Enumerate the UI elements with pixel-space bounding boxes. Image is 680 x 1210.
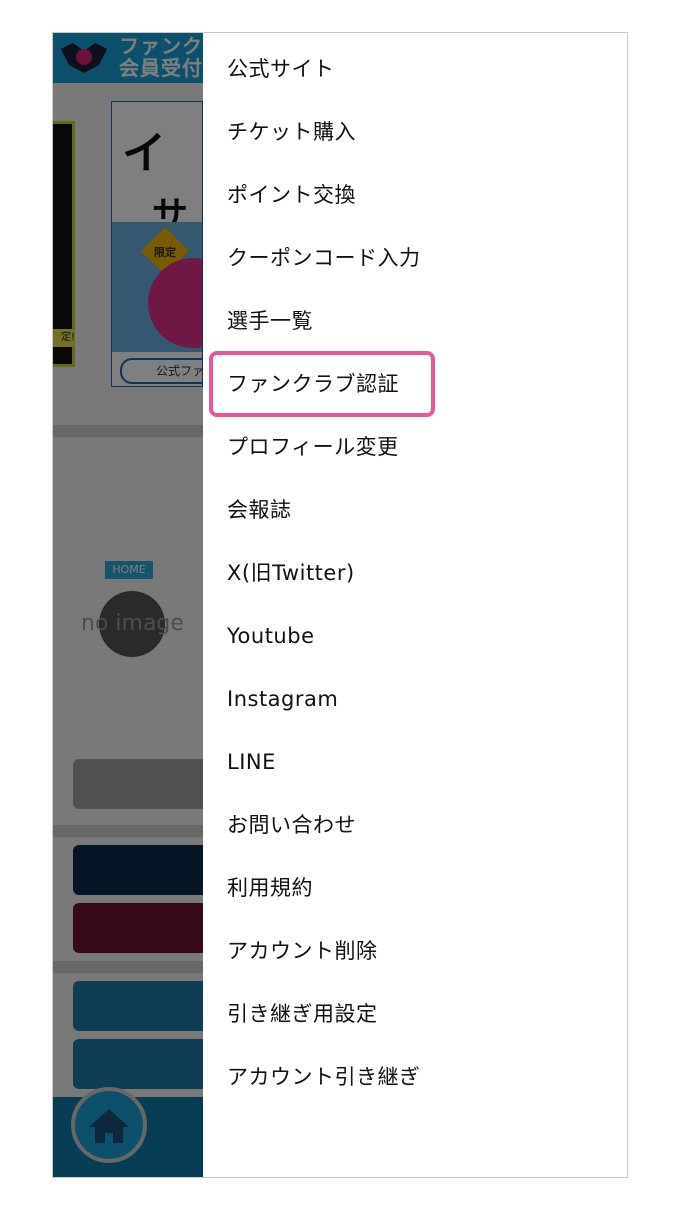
menu-item-bulletin[interactable]: 会報誌 xyxy=(227,490,292,530)
menu-item-youtube[interactable]: Youtube xyxy=(227,616,315,656)
menu-item-ticket-purchase[interactable]: チケット購入 xyxy=(227,112,356,152)
menu-item-contact[interactable]: お問い合わせ xyxy=(227,805,356,845)
menu-item-account-transfer[interactable]: アカウント引き継ぎ xyxy=(227,1057,421,1097)
menu-item-player-list[interactable]: 選手一覧 xyxy=(227,301,313,341)
menu-item-instagram[interactable]: Instagram xyxy=(227,679,338,719)
menu-item-fanclub-auth[interactable]: ファンクラブ認証 xyxy=(227,364,399,404)
background-app: ファンク 会員受付 定! イ サカ 限定 公式ファ HOME no image xyxy=(53,33,203,1177)
menu-item-delete-account[interactable]: アカウント削除 xyxy=(227,931,378,971)
menu-item-profile-change[interactable]: プロフィール変更 xyxy=(227,427,399,467)
menu-item-transfer-setup[interactable]: 引き継ぎ用設定 xyxy=(227,994,378,1034)
menu-item-point-exchange[interactable]: ポイント交換 xyxy=(227,175,356,215)
menu-item-x-twitter[interactable]: X(旧Twitter) xyxy=(227,553,355,593)
menu-item-official-site[interactable]: 公式サイト xyxy=(227,49,335,89)
menu-item-line[interactable]: LINE xyxy=(227,742,276,782)
menu-item-coupon-code[interactable]: クーポンコード入力 xyxy=(227,238,421,278)
menu-item-terms[interactable]: 利用規約 xyxy=(227,868,313,908)
drawer-scrim[interactable] xyxy=(53,33,203,1177)
phone-frame: ファンク 会員受付 定! イ サカ 限定 公式ファ HOME no image xyxy=(52,32,628,1178)
side-drawer-menu: 公式サイト チケット購入 ポイント交換 クーポンコード入力 選手一覧 ファンクラ… xyxy=(203,33,627,1177)
